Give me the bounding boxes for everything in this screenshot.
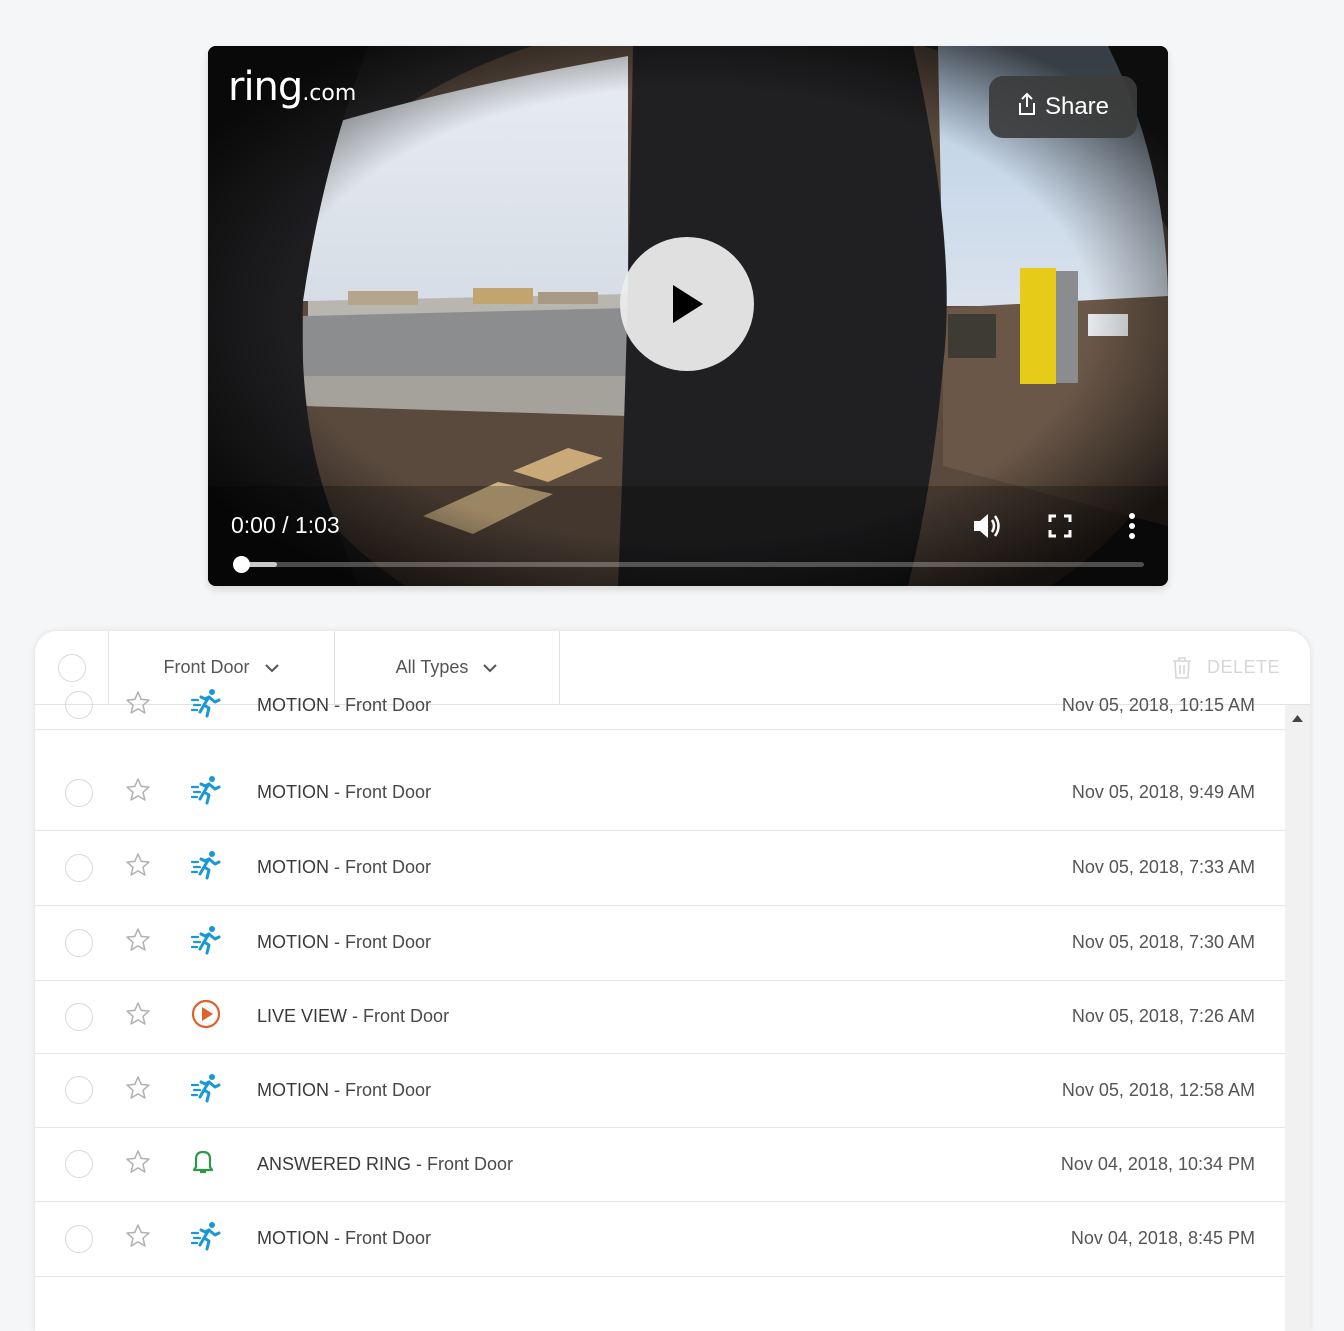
time-display: 0:00 / 1:03 bbox=[231, 512, 340, 538]
share-label: Share bbox=[1044, 93, 1110, 120]
event-kind: MOTION bbox=[257, 932, 329, 952]
favorite-star-icon[interactable] bbox=[125, 927, 151, 958]
event-device: Front Door bbox=[345, 694, 432, 715]
row-checkbox-cell bbox=[65, 691, 93, 719]
more-options-button[interactable] bbox=[1114, 508, 1150, 544]
fullscreen-icon bbox=[1048, 514, 1072, 538]
event-date: Nov 05, 2018, 7:26 AM bbox=[1071, 1006, 1255, 1026]
event-device: Front Door bbox=[345, 1228, 432, 1248]
event-title: MOTION - Front Door bbox=[257, 782, 432, 802]
progress-bar[interactable] bbox=[233, 556, 1144, 573]
motion-icon bbox=[190, 1221, 223, 1256]
favorite-star-icon[interactable] bbox=[125, 1001, 151, 1032]
event-device: Front Door bbox=[363, 1006, 450, 1026]
share-icon bbox=[1017, 92, 1037, 123]
volume-icon bbox=[974, 514, 1000, 538]
live-view-icon bbox=[191, 999, 221, 1034]
event-date: Nov 05, 2018, 7:33 AM bbox=[1071, 857, 1255, 877]
row-select-checkbox[interactable] bbox=[65, 1224, 93, 1253]
event-kind: MOTION bbox=[257, 782, 329, 802]
row-checkbox-cell bbox=[65, 1002, 93, 1031]
motion-icon bbox=[190, 775, 223, 810]
event-row[interactable]: ANSWERED RING - Front Door Nov 04, 2018, … bbox=[35, 1127, 1285, 1202]
event-row[interactable]: MOTION - Front Door Nov 05, 2018, 10:15 A… bbox=[35, 681, 1285, 730]
delete-label: DELETE bbox=[1206, 657, 1280, 677]
event-row[interactable]: MOTION - Front Door Nov 05, 2018, 12:58 A… bbox=[35, 1053, 1285, 1128]
row-select-checkbox[interactable] bbox=[65, 928, 93, 957]
event-title: LIVE VIEW - Front Door bbox=[257, 1006, 450, 1026]
trash-icon bbox=[1172, 656, 1191, 679]
event-row[interactable]: MOTION - Front Door Nov 05, 2018, 9:49 AM bbox=[35, 755, 1285, 831]
event-device: Front Door bbox=[427, 1153, 514, 1174]
event-date: Nov 05, 2018, 10:15 AM bbox=[1061, 694, 1255, 715]
event-kind: ANSWERED RING bbox=[257, 1153, 412, 1174]
event-title: MOTION - Front Door bbox=[257, 1079, 432, 1100]
event-device: Front Door bbox=[345, 857, 432, 877]
chevron-down-icon bbox=[264, 663, 279, 672]
row-checkbox-cell bbox=[65, 853, 93, 882]
row-select-checkbox[interactable] bbox=[65, 1076, 93, 1104]
event-date: Nov 05, 2018, 7:30 AM bbox=[1071, 932, 1255, 952]
event-title: MOTION - Front Door bbox=[257, 694, 432, 715]
row-checkbox-cell bbox=[65, 778, 93, 807]
bell-icon bbox=[191, 1149, 215, 1180]
event-device: Front Door bbox=[345, 1079, 432, 1100]
event-date: Nov 04, 2018, 10:34 PM bbox=[1060, 1153, 1255, 1174]
play-icon bbox=[673, 285, 703, 323]
row-checkbox-cell bbox=[65, 1224, 93, 1253]
event-kind: MOTION bbox=[257, 1228, 329, 1248]
progress-thumb[interactable] bbox=[233, 556, 250, 573]
row-select-checkbox[interactable] bbox=[65, 1150, 93, 1178]
event-title: MOTION - Front Door bbox=[257, 932, 432, 952]
chevron-down-icon bbox=[483, 663, 498, 672]
favorite-star-icon[interactable] bbox=[125, 690, 151, 721]
event-title: MOTION - Front Door bbox=[257, 1228, 432, 1248]
row-select-checkbox[interactable] bbox=[65, 853, 93, 882]
event-date: Nov 05, 2018, 9:49 AM bbox=[1071, 782, 1255, 802]
event-row[interactable]: LIVE VIEW - Front Door Nov 05, 2018, 7:26… bbox=[35, 980, 1285, 1054]
type-filter-label: All Types bbox=[395, 657, 469, 677]
select-all-checkbox[interactable] bbox=[57, 653, 86, 682]
fullscreen-button[interactable] bbox=[1042, 508, 1078, 544]
kebab-menu-icon bbox=[1129, 513, 1135, 539]
motion-icon bbox=[190, 688, 223, 723]
row-select-checkbox[interactable] bbox=[65, 1002, 93, 1031]
favorite-star-icon[interactable] bbox=[125, 1149, 151, 1180]
event-kind: MOTION bbox=[257, 857, 329, 877]
row-select-checkbox[interactable] bbox=[65, 778, 93, 807]
row-checkbox-cell bbox=[65, 1150, 93, 1178]
event-row[interactable]: MOTION - Front Door Nov 04, 2018, 8:45 PM bbox=[35, 1201, 1285, 1277]
event-date: Nov 04, 2018, 8:45 PM bbox=[1070, 1228, 1255, 1248]
favorite-star-icon[interactable] bbox=[125, 777, 151, 808]
row-checkbox-cell bbox=[65, 1076, 93, 1104]
play-button[interactable] bbox=[620, 237, 754, 371]
event-row[interactable]: MOTION - Front Door Nov 05, 2018, 7:30 AM bbox=[35, 905, 1285, 981]
scrollbar[interactable] bbox=[1285, 705, 1310, 1331]
event-kind: MOTION bbox=[257, 694, 329, 715]
event-kind: LIVE VIEW bbox=[257, 1006, 348, 1026]
event-history-panel: Front Door All Types DELETE MOTION - Fro… bbox=[35, 631, 1310, 1331]
favorite-star-icon[interactable] bbox=[125, 852, 151, 883]
event-title: MOTION - Front Door bbox=[257, 857, 432, 877]
motion-icon bbox=[190, 850, 223, 885]
event-device: Front Door bbox=[345, 782, 432, 802]
event-date: Nov 05, 2018, 12:58 AM bbox=[1061, 1079, 1255, 1100]
scroll-up-arrow-icon[interactable] bbox=[1292, 715, 1303, 722]
event-device: Front Door bbox=[345, 932, 432, 952]
motion-icon bbox=[190, 1073, 223, 1108]
row-select-checkbox[interactable] bbox=[65, 691, 93, 719]
event-row[interactable]: MOTION - Front Door Nov 05, 2018, 7:33 AM bbox=[35, 830, 1285, 906]
favorite-star-icon[interactable] bbox=[125, 1075, 151, 1106]
video-player[interactable]: ring.com Share 0:00 / 1:03 bbox=[208, 46, 1168, 586]
device-filter-label: Front Door bbox=[163, 657, 250, 677]
favorite-star-icon[interactable] bbox=[125, 1223, 151, 1254]
ring-logo: ring.com bbox=[228, 64, 357, 110]
volume-button[interactable] bbox=[970, 508, 1006, 544]
event-title: ANSWERED RING - Front Door bbox=[257, 1153, 514, 1174]
share-button[interactable]: Share bbox=[989, 76, 1137, 138]
motion-icon bbox=[190, 925, 223, 960]
row-checkbox-cell bbox=[65, 928, 93, 957]
event-kind: MOTION bbox=[257, 1079, 329, 1100]
